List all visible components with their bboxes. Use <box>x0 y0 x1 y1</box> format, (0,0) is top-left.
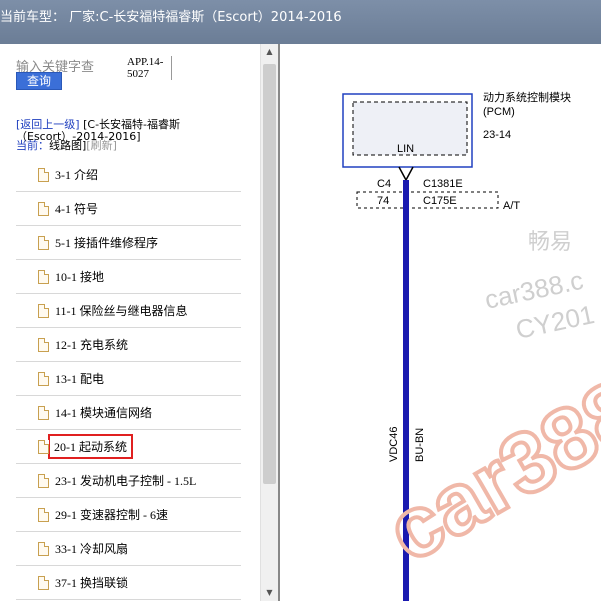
document-icon <box>38 235 49 250</box>
connector-b-pin: 74 <box>377 195 389 207</box>
module-page[interactable]: 23-14 <box>483 129 511 141</box>
menu-item-label[interactable]: 10-1 接地 <box>55 268 104 285</box>
vertical-scrollbar[interactable]: ▲ ▼ <box>260 44 278 601</box>
connector-arrow-icon <box>398 166 414 182</box>
menu-item-label[interactable]: 20-1 起动系统 <box>48 434 133 459</box>
pin-label: LIN <box>397 143 414 155</box>
connector-a-pin: C4 <box>377 178 391 190</box>
title-bar: 当前车型： 厂家:C-长安福特福睿斯（Escort）2014-2016 . <box>0 0 601 44</box>
refresh-link[interactable]: [刷新] <box>86 139 117 152</box>
menu-item[interactable]: 3-1 介绍 <box>16 158 241 192</box>
connector-a-name: C1381E <box>423 178 463 190</box>
wire-color-label: BU-BN <box>414 428 426 462</box>
document-icon <box>38 337 49 352</box>
document-icon <box>38 405 49 420</box>
current-location: 当前：线路图][刷新] <box>16 140 117 152</box>
document-icon <box>38 371 49 386</box>
document-icon <box>38 439 49 454</box>
connector-b-note: A/T <box>503 200 520 212</box>
menu-item[interactable]: 13-1 配电 <box>16 362 241 396</box>
menu-list: 3-1 介绍 4-1 符号 5-1 接插件维修程序 10-1 接地 11-1 保险丝与继… <box>16 158 241 600</box>
document-icon <box>38 201 49 216</box>
menu-item[interactable]: 29-1 变速器控制 - 6速 <box>16 498 241 532</box>
menu-item-label[interactable]: 14-1 模块通信网络 <box>55 404 152 421</box>
module-abbr: (PCM) <box>483 106 515 118</box>
menu-item-label[interactable]: 4-1 符号 <box>55 200 98 217</box>
menu-item[interactable]: 33-1 冷却风扇 <box>16 532 241 566</box>
scroll-up-icon[interactable]: ▲ <box>261 44 278 60</box>
menu-item-label[interactable]: 12-1 充电系统 <box>55 336 128 353</box>
menu-item-label[interactable]: 11-1 保险丝与继电器信息 <box>55 302 188 319</box>
menu-item-label[interactable]: 13-1 配电 <box>55 370 104 387</box>
document-icon <box>38 507 49 522</box>
menu-item[interactable]: 23-1 发动机电子控制 - 1.5L <box>16 464 241 498</box>
document-icon <box>38 473 49 488</box>
menu-item[interactable]: 11-1 保险丝与继电器信息 <box>16 294 241 328</box>
document-icon <box>38 269 49 284</box>
document-icon <box>38 541 49 556</box>
menu-item-label[interactable]: 33-1 冷却风扇 <box>55 540 128 557</box>
window-title: 当前车型： 厂家:C-长安福特福睿斯（Escort）2014-2016 <box>0 10 342 25</box>
current-prefix: 当前： <box>16 139 49 152</box>
menu-item-label[interactable]: 5-1 接插件维修程序 <box>55 234 158 251</box>
menu-item[interactable]: 20-1 起动系统 <box>16 430 241 464</box>
current-link[interactable]: 线路图] <box>49 139 86 152</box>
menu-item[interactable]: 37-1 换挡联锁 <box>16 566 241 600</box>
app-code: APP.14-5027 <box>127 56 172 80</box>
circuit-label: VDC46 <box>388 427 400 462</box>
menu-item[interactable]: 14-1 模块通信网络 <box>16 396 241 430</box>
menu-item[interactable]: 10-1 接地 <box>16 260 241 294</box>
menu-item-label[interactable]: 3-1 介绍 <box>55 166 98 183</box>
search-button[interactable]: 查询 <box>16 72 62 90</box>
menu-item-label[interactable]: 37-1 换挡联锁 <box>55 574 128 591</box>
module-name: 动力系统控制模块 <box>483 90 571 104</box>
connector-b-name: C175E <box>423 195 457 207</box>
menu-item-label[interactable]: 23-1 发动机电子控制 - 1.5L <box>55 472 196 489</box>
wiring-diagram: 动力系统控制模块 (PCM) 23-14 LIN C4 C1381E 74 C1… <box>280 44 601 601</box>
document-icon <box>38 167 49 182</box>
watermark-1: 畅易 <box>528 229 572 254</box>
scroll-thumb[interactable] <box>263 64 276 484</box>
left-panel: 输入关键字查 查询 APP.14-5027 [返回上一级] [C-长安福特-福睿… <box>0 44 278 601</box>
menu-item-label[interactable]: 29-1 变速器控制 - 6速 <box>55 506 168 523</box>
document-icon <box>38 303 49 318</box>
title-dot: . <box>333 4 338 19</box>
menu-item[interactable]: 5-1 接插件维修程序 <box>16 226 241 260</box>
menu-item[interactable]: 4-1 符号 <box>16 192 241 226</box>
scroll-down-icon[interactable]: ▼ <box>261 585 278 601</box>
document-icon <box>38 575 49 590</box>
menu-item[interactable]: 12-1 充电系统 <box>16 328 241 362</box>
